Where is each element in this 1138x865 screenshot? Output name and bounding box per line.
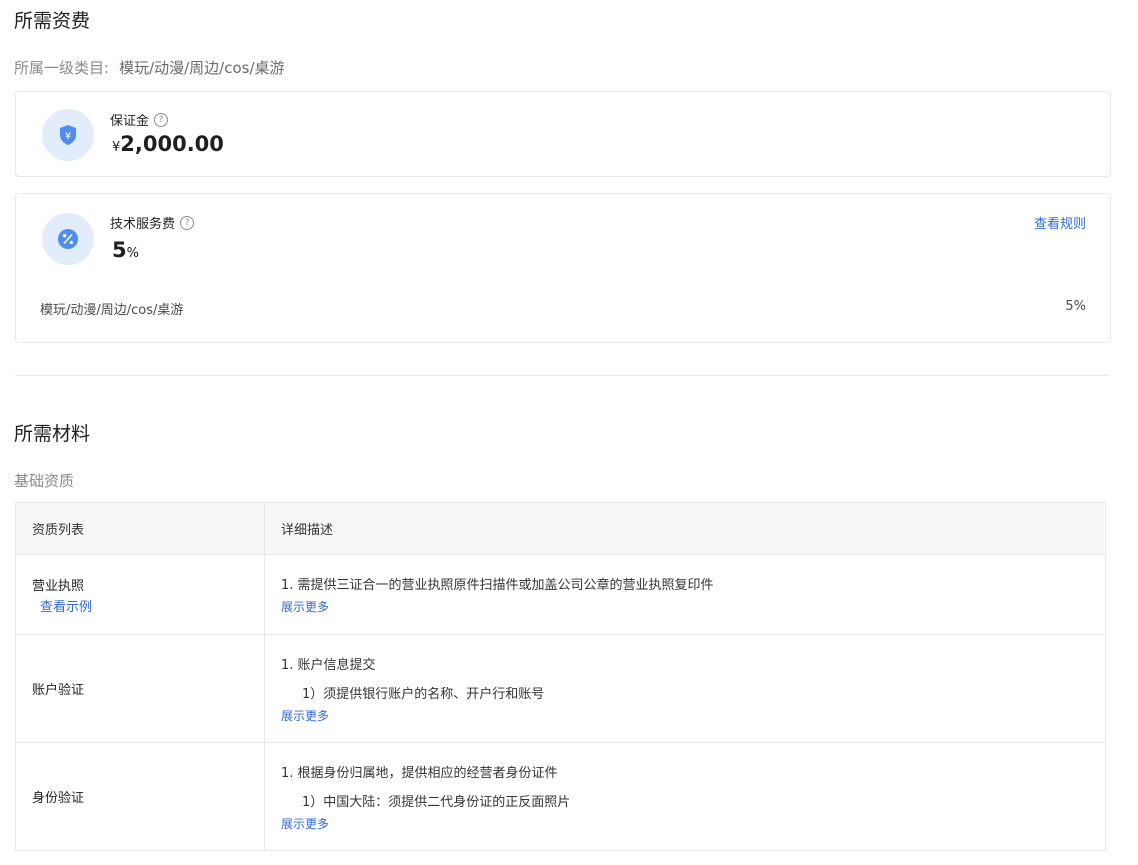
qualification-name: 营业执照 [32,578,85,594]
deposit-amount: ¥2,000.00 [112,132,224,156]
fee-row-category: 模玩/动漫/周边/cos/桌游 [40,303,184,318]
table-cell-name: 身份验证 [15,742,265,851]
deposit-label-text: 保证金 [110,114,150,129]
materials-table: 资质列表 详细描述 营业执照 查看示例 1. 需提供三证合一的营业执照原件扫描件… [15,502,1106,851]
desc-text: 1. 根据身份归属地，提供相应的经营者身份证件 [281,765,558,781]
shield-yen-icon: ¥ [42,109,94,161]
desc-text: 1. 需提供三证合一的营业执照原件扫描件或加盖公司公章的营业执照复印件 [281,578,714,593]
category-value: 模玩/动漫/周边/cos/桌游 [119,59,285,77]
view-example-link[interactable]: 查看示例 [40,596,248,615]
section-divider [15,375,1110,376]
view-rules-link[interactable]: 查看规则 [1034,213,1086,232]
fees-title: 所需资费 [14,10,91,32]
show-more-link[interactable]: 展示更多 [281,815,1089,832]
materials-subtitle: 基础资质 [14,472,75,490]
table-cell-desc: 1. 根据身份归属地，提供相应的经营者身份证件 1）中国大陆：须提供二代身份证的… [264,742,1106,851]
table-header-row: 资质列表 详细描述 [15,502,1106,555]
show-more-link[interactable]: 展示更多 [281,707,1089,724]
table-cell-desc: 1. 账户信息提交 1）须提供银行账户的名称、开户行和账号 展示更多 [264,634,1106,743]
fee-row-rate: 5% [1065,299,1086,314]
show-more-link[interactable]: 展示更多 [281,598,1089,615]
percent-icon [42,213,94,265]
column-header-desc: 详细描述 [264,502,1106,555]
rate-unit: % [126,246,139,261]
service-fee-label-text: 技术服务费 [110,217,176,232]
table-cell-name: 营业执照 查看示例 [15,554,265,635]
qualification-name: 身份验证 [32,791,85,806]
column-header-list: 资质列表 [15,502,265,555]
table-cell-name: 账户验证 [15,634,265,743]
help-icon[interactable]: ? [180,215,195,230]
deposit-value: 2,000.00 [120,132,224,156]
service-fee-card: 技术服务费 ? 5% 查看规则 模玩/动漫/周边/cos/桌游 5% [15,193,1111,343]
desc-subtext: 1）中国大陆：须提供二代身份证的正反面照片 [302,794,571,810]
table-row: 账户验证 1. 账户信息提交 1）须提供银行账户的名称、开户行和账号 展示更多 [15,634,1106,743]
table-row: 身份验证 1. 根据身份归属地，提供相应的经营者身份证件 1）中国大陆：须提供二… [15,742,1106,851]
table-cell-desc: 1. 需提供三证合一的营业执照原件扫描件或加盖公司公章的营业执照复印件 展示更多 [264,554,1106,635]
category-label: 所属一级类目: [14,59,110,77]
category-line: 所属一级类目: 模玩/动漫/周边/cos/桌游 [14,57,285,78]
materials-title: 所需材料 [14,423,91,445]
svg-text:¥: ¥ [65,131,71,142]
table-row: 营业执照 查看示例 1. 需提供三证合一的营业执照原件扫描件或加盖公司公章的营业… [15,554,1106,635]
deposit-card: ¥ 保证金 ? ¥2,000.00 [15,91,1111,177]
rate-value: 5 [112,238,127,262]
qualification-name: 账户验证 [32,683,85,698]
service-fee-label: 技术服务费 ? [110,213,195,232]
deposit-label: 保证金 ? [110,110,169,129]
desc-text: 1. 账户信息提交 [281,657,376,673]
service-fee-rate: 5% [112,238,139,262]
desc-subtext: 1）须提供银行账户的名称、开户行和账号 [302,686,545,702]
help-icon[interactable]: ? [154,112,169,127]
